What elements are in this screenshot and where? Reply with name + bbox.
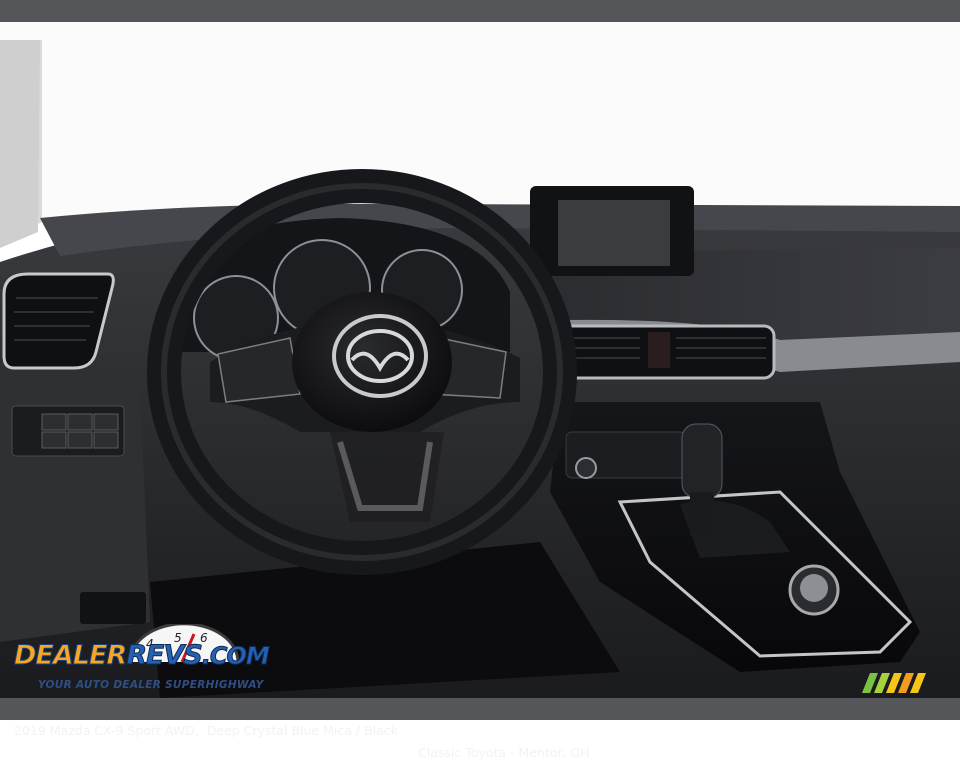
watermark-brand: DEALERREVS.COM xyxy=(13,640,270,672)
interior-illustration xyxy=(0,22,960,698)
brand-dealer-word: DEALER xyxy=(13,640,127,672)
watermark-tagline: YOUR AUTO DEALER SUPERHIGHWAY xyxy=(38,679,264,691)
speed-stripes-icon xyxy=(862,673,926,693)
dealer-caption: Classic Toyota - Mentor, OH xyxy=(418,745,590,760)
vehicle-photo xyxy=(0,22,960,698)
brand-revs-word: REVS xyxy=(126,640,204,672)
caption-bar-top: 2019 Mazda CX-9 Sport AWD, Deep Crystal … xyxy=(0,0,960,62)
caption-bar-bottom: 2019 Mazda CX-9 Sport AWD, Deep Crystal … xyxy=(0,698,960,760)
brand-com-word: .COM xyxy=(201,642,270,671)
vehicle-caption: 2019 Mazda CX-9 Sport AWD, Deep Crystal … xyxy=(14,723,398,738)
